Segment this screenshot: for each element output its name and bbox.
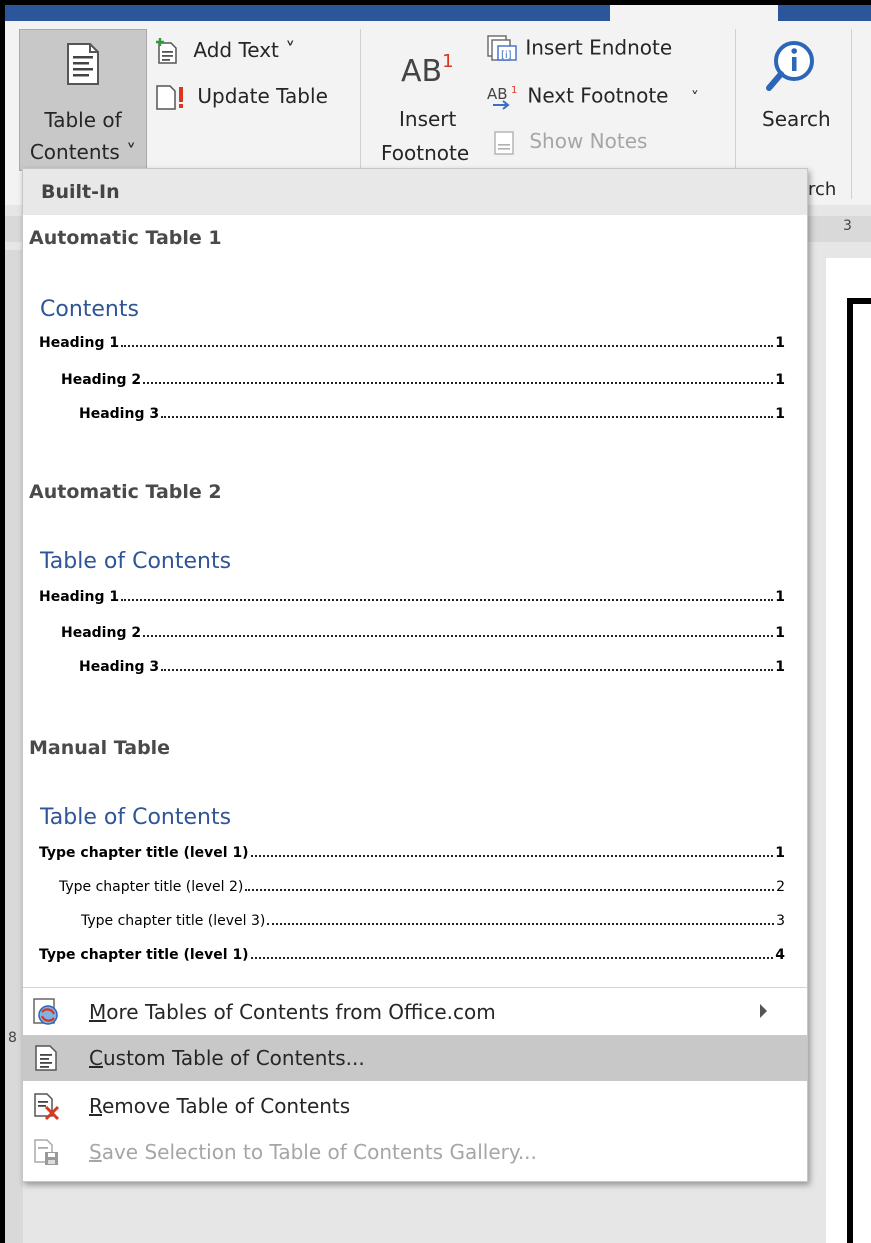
menu-item-remove-toc[interactable]: Remove Table of Contents [23,1083,807,1129]
gallery-item-automatic-table-1[interactable]: Automatic Table 1 Contents Heading 11 He… [23,215,807,473]
menu-separator [23,987,807,988]
globe-refresh-icon [33,998,58,1025]
toc-line: Heading 11 [39,335,785,351]
show-notes-button[interactable]: Show Notes [493,129,647,156]
group-separator [851,29,852,199]
ab-glyph: AB [401,54,443,89]
next-footnote-button[interactable]: AB 1 Next Footnote ˅ [487,83,699,111]
insert-endnote-icon: [i] [487,35,517,61]
svg-text:AB: AB [487,85,508,103]
footnote-ab-icon: AB1 [401,51,454,89]
toc-label-line1: Table of [44,108,122,132]
insert-footnote-button[interactable]: AB1 Insert Footnote [377,51,477,181]
toc-line: Heading 21 [61,625,785,641]
svg-text:1: 1 [511,85,517,96]
insert-footnote-label-2: Footnote [381,141,470,165]
show-notes-icon [494,130,514,155]
search-info-icon [766,41,814,91]
menu-item-custom-toc[interactable]: Custom Table of Contents... [23,1035,807,1081]
ab-superscript: 1 [442,51,454,72]
vertical-ruler[interactable]: 8 [5,250,23,1243]
gallery-title: Manual Table [29,737,171,759]
menu-item-save-selection[interactable]: Save Selection to Table of Contents Gall… [23,1129,807,1175]
save-to-gallery-icon [34,1139,58,1165]
insert-footnote-label-1: Insert [399,107,457,131]
gallery-title: Automatic Table 2 [29,481,222,503]
menu-item-label: Remove Table of Contents [89,1094,351,1118]
toc-line: Type chapter title (level 1) 4 [39,947,785,963]
toc-line: Heading 21 [61,372,785,388]
next-footnote-label: Next Footnote [527,83,669,108]
toc-heading: Table of Contents [40,549,232,574]
toc-line: Heading 31 [79,659,785,675]
document-list-icon [35,1045,57,1071]
update-table-icon [156,85,183,110]
update-table-label: Update Table [197,83,328,108]
insert-endnote-button[interactable]: [i] Insert Endnote [487,35,672,63]
search-button[interactable]: Search [750,29,840,159]
toc-line: Type chapter title (level 3) 3 [81,913,785,929]
group-label-partial: rch [808,179,837,200]
next-footnote-dropdown-arrow[interactable]: ˅ [691,88,699,107]
add-text-icon [156,38,177,64]
gallery-item-manual-table[interactable]: Manual Table Table of Contents Type chap… [23,729,807,981]
toc-gallery-dropdown: Built-In Automatic Table 1 Contents Head… [22,168,808,1182]
toc-heading: Table of Contents [40,805,232,830]
add-text-button[interactable]: Add Text ˅ [155,37,295,65]
toc-heading: Contents [40,297,139,322]
title-strip [5,5,871,21]
add-text-label: Add Text ˅ [193,37,296,62]
ruler-number: 8 [8,1030,17,1046]
document-delete-icon [34,1093,60,1121]
toc-label-line2: Contents ˅ [29,140,137,164]
table-of-contents-button[interactable]: Table of Contents ˅ [19,29,147,171]
ruler-number: 3 [843,218,852,234]
gallery-item-automatic-table-2[interactable]: Automatic Table 2 Table of Contents Head… [23,473,807,729]
gallery-title: Automatic Table 1 [29,227,222,249]
show-notes-label: Show Notes [529,129,648,153]
menu-item-label: More Tables of Contents from Office.com [89,1000,496,1024]
update-table-button[interactable]: Update Table [155,83,328,111]
menu-item-more-tables[interactable]: More Tables of Contents from Office.com [23,989,807,1035]
insert-endnote-label: Insert Endnote [525,35,673,60]
next-footnote-icon: AB 1 [487,85,517,110]
toc-line: Type chapter title (level 2) 2 [59,879,785,895]
menu-item-label: Save Selection to Table of Contents Gall… [89,1140,537,1164]
search-label: Search [762,107,831,131]
menu-item-label: Custom Table of Contents... [89,1046,365,1070]
page-border [847,298,871,1243]
toc-line: Type chapter title (level 1) 1 [39,845,785,861]
svg-text:[i]: [i] [501,50,512,61]
section-header-built-in: Built-In [23,169,807,215]
active-tab-indicator [610,5,778,21]
table-of-contents-icon [67,43,99,85]
toc-line: Heading 11 [39,589,785,605]
toc-line: Heading 31 [79,406,785,422]
submenu-arrow-icon [760,1004,767,1018]
